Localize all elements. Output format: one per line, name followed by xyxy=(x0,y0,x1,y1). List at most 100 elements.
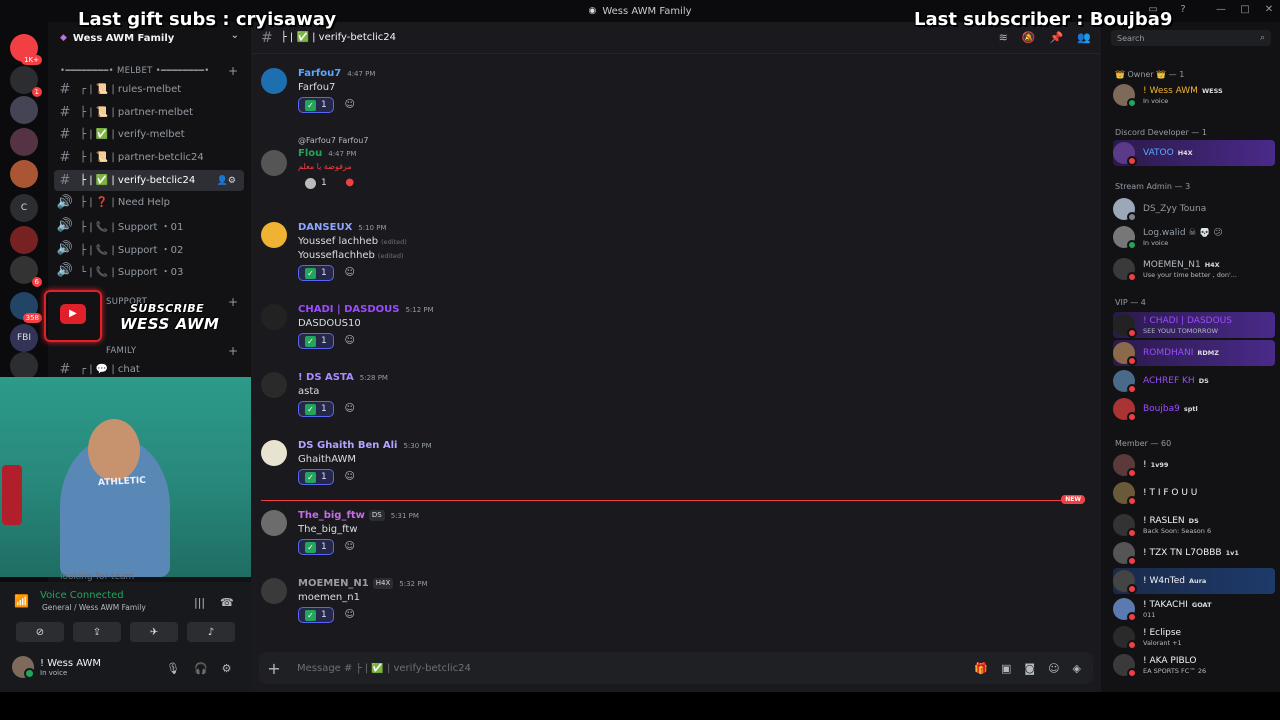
channel-item[interactable]: # ├ | ✅ | verify-betclic24 👤⚙ xyxy=(54,170,244,191)
disconnect-icon[interactable]: ☎ xyxy=(220,596,234,609)
add-channel-icon[interactable]: + xyxy=(228,344,238,358)
current-user[interactable]: ! Wess AWM In voice xyxy=(12,656,101,679)
maximize-icon[interactable]: □ xyxy=(1238,4,1252,18)
screen-share-button[interactable]: ⇪ xyxy=(73,622,121,642)
member-item[interactable]: ! TAKACHI GOAT 011 xyxy=(1113,596,1275,622)
avatar[interactable] xyxy=(261,304,287,330)
member-item[interactable]: ! TZX TN L7OBBB 1v1 xyxy=(1113,540,1275,566)
reaction-check[interactable]: ✓ 1 xyxy=(298,607,334,623)
category-family[interactable]: FAMILY + xyxy=(60,344,238,358)
close-icon[interactable]: ✕ xyxy=(1262,4,1276,18)
server-icon[interactable] xyxy=(10,352,38,380)
member-item[interactable]: ! Eclipse Valorant +1 xyxy=(1113,624,1275,650)
avatar[interactable] xyxy=(261,372,287,398)
soundboard-button[interactable]: ♪ xyxy=(187,622,235,642)
camera-button[interactable]: ⊘ xyxy=(16,622,64,642)
message-author[interactable]: The_big_ftw xyxy=(298,510,365,521)
message-author[interactable]: CHADI | DASDOUS xyxy=(298,304,399,315)
server-icon[interactable]: 358 xyxy=(10,292,42,323)
microphone-icon[interactable]: 🎙 xyxy=(166,662,180,675)
channel-item[interactable]: 🔊 ├ | ❓ | Need Help xyxy=(54,192,244,213)
add-reaction-icon[interactable]: ● xyxy=(342,175,358,191)
message-author[interactable]: Farfou7 xyxy=(298,68,341,79)
gift-icon[interactable]: 🎁 xyxy=(974,662,988,675)
member-item[interactable]: VATOO H4X xyxy=(1113,140,1275,166)
search-box[interactable]: ⌕ xyxy=(1111,30,1271,46)
member-item[interactable]: ! Wess AWM WESS In voice xyxy=(1113,82,1275,108)
add-reaction-icon[interactable]: ☺ xyxy=(342,333,358,349)
message-author[interactable]: Flou xyxy=(298,148,322,159)
channel-item[interactable]: 🔊 ├ | 📞 | Support ・02 xyxy=(54,238,244,259)
member-item[interactable]: Boujba9 sptl xyxy=(1113,396,1275,422)
member-item[interactable]: Log.walid ☠ 💀 😕 In voice xyxy=(1113,224,1275,250)
threads-icon[interactable]: ≋ xyxy=(999,31,1008,44)
member-item[interactable]: ROMDHANI RDMZ xyxy=(1113,340,1275,366)
member-list-icon[interactable]: 👥 xyxy=(1077,31,1091,44)
channel-item[interactable]: 🔊 ├ | 📞 | Support ・01 xyxy=(54,215,244,236)
noise-suppression-icon[interactable]: ||| xyxy=(194,596,205,609)
server-icon[interactable]: FBI xyxy=(10,324,38,352)
channel-settings-icon[interactable]: 👤⚙ xyxy=(217,176,236,186)
avatar[interactable] xyxy=(261,68,287,94)
server-icon[interactable] xyxy=(10,226,38,254)
add-reaction-icon[interactable]: ☺ xyxy=(342,607,358,623)
avatar[interactable] xyxy=(261,510,287,536)
reaction-check[interactable]: ✓ 1 xyxy=(298,265,334,281)
channel-item[interactable]: # ├ | ✅ | verify-melbet xyxy=(54,124,244,145)
message-author[interactable]: ! DS ASTA xyxy=(298,372,354,383)
member-item[interactable]: ! RASLEN DS Back Soon: Season 6 xyxy=(1113,512,1275,538)
member-item[interactable]: ACHREF KH DS xyxy=(1113,368,1275,394)
pin-icon[interactable]: 📌 xyxy=(1050,31,1064,44)
activity-button[interactable]: ✈ xyxy=(130,622,178,642)
server-icon[interactable]: C xyxy=(10,194,38,222)
message-author[interactable]: DANSEUX xyxy=(298,222,352,233)
channel-item[interactable]: # ┌ | 📜 | rules-melbet xyxy=(54,79,244,100)
channel-item[interactable]: # ├ | 📜 | partner-betclic24 xyxy=(54,147,244,168)
add-reaction-icon[interactable]: ☺ xyxy=(342,265,358,281)
add-reaction-icon[interactable]: ☺ xyxy=(342,97,358,113)
voice-location[interactable]: General / Wess AWM Family xyxy=(42,603,244,612)
member-item[interactable]: ! AKA PIBLO EA SPORTS FC™ 26 xyxy=(1113,652,1275,678)
avatar[interactable] xyxy=(261,440,287,466)
channel-looking-for-team[interactable]: looking-for-team xyxy=(60,572,134,582)
channel-item[interactable]: 🔊 └ | 📞 | Support ・03 xyxy=(54,260,244,281)
avatar[interactable] xyxy=(261,150,287,176)
emoji-icon[interactable]: ☺ xyxy=(1048,662,1059,675)
reaction-check[interactable]: ✓ 1 xyxy=(298,401,334,417)
avatar[interactable] xyxy=(261,578,287,604)
add-attachment-icon[interactable]: + xyxy=(259,659,289,678)
gif-icon[interactable]: ▣ xyxy=(1001,662,1011,675)
member-item[interactable]: ! W4nTed Aura xyxy=(1113,568,1275,594)
avatar[interactable] xyxy=(261,222,287,248)
signal-icon[interactable]: 📶 xyxy=(14,594,29,608)
help-icon[interactable]: ? xyxy=(1176,4,1190,18)
server-icon[interactable] xyxy=(10,128,38,156)
add-channel-icon[interactable]: + xyxy=(228,64,238,78)
add-reaction-icon[interactable]: ☺ xyxy=(342,401,358,417)
message-input[interactable] xyxy=(289,662,975,674)
server-icon[interactable]: 6 xyxy=(10,256,42,287)
reaction-check[interactable]: ✓ 1 xyxy=(298,539,334,555)
channel-item[interactable]: # ├ | 📜 | partner-melbet xyxy=(54,102,244,123)
voice-status[interactable]: Voice Connected xyxy=(40,590,244,601)
sticker-icon[interactable]: ◙ xyxy=(1024,662,1035,675)
member-item[interactable]: DS_Zyy Touna xyxy=(1113,196,1275,222)
reaction-check[interactable]: ✓ 1 xyxy=(298,469,334,485)
add-reaction-icon[interactable]: ☺ xyxy=(342,469,358,485)
server-icon[interactable]: 1 xyxy=(10,66,42,97)
reply-reference[interactable]: @Farfou7 Farfou7 xyxy=(298,136,368,145)
add-channel-icon[interactable]: + xyxy=(228,295,238,309)
message-author[interactable]: MOEMEN_N1 xyxy=(298,578,369,589)
settings-gear-icon[interactable]: ⚙ xyxy=(222,662,232,675)
apps-icon[interactable]: ◈ xyxy=(1073,662,1081,675)
category-melbet[interactable]: •━━━━━━━━• MELBET •━━━━━━━━• + xyxy=(60,64,238,78)
server-icon[interactable] xyxy=(10,96,38,124)
member-item[interactable]: MOEMEN_N1 H4X Use your time better , don'.… xyxy=(1113,256,1275,282)
headphones-icon[interactable]: 🎧 xyxy=(194,662,208,675)
message-author[interactable]: DS Ghaith Ben Ali xyxy=(298,440,397,451)
reaction-check[interactable]: ✓ 1 xyxy=(298,333,334,349)
add-reaction-icon[interactable]: ☺ xyxy=(342,539,358,555)
notification-bell-icon[interactable]: 🔕 xyxy=(1022,31,1036,44)
reaction-check[interactable]: 1 xyxy=(298,175,334,191)
minimize-icon[interactable]: — xyxy=(1214,4,1228,18)
